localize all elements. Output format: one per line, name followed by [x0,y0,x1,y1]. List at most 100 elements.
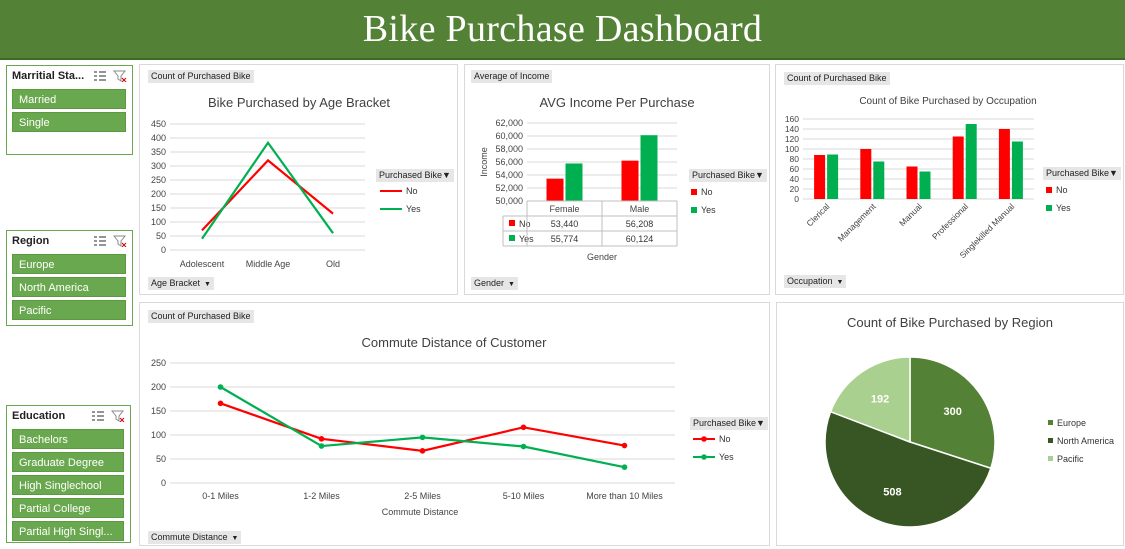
x-tick-label: 2-5 Miles [404,491,441,501]
slicer-item-single[interactable]: Single [12,112,126,132]
y-tick-label: 200 [151,382,166,392]
bar-no [546,178,564,201]
y-tick-label: 40 [790,174,800,184]
slicer-marital-status: Marritial Sta... Married Single [6,65,133,155]
y-tick-label: 100 [151,217,166,227]
chart-title: Commute Distance of Customer [362,335,548,350]
legend-marker-yes [701,454,707,460]
slicer-item-married[interactable]: Married [12,89,126,109]
legend-swatch-north-america [1048,438,1053,443]
age-bracket-line-chart: Bike Purchased by Age Bracket 0 50 100 150 20… [151,95,421,269]
y-tick-label: 160 [785,114,799,124]
dashboard-header: Bike Purchase Dashboard [0,0,1125,60]
avg-income-bar-chart: AVG Income Per Purchase 50,000 52,000 54,00… [479,95,716,262]
bar-no [998,129,1010,199]
table-value: 56,208 [626,219,654,229]
x-tick-label: Middle Age [246,259,291,269]
x-tick-label: Adolescent [180,259,225,269]
slicer-title: Marritial Sta... [12,70,85,82]
y-tick-label: 62,000 [495,118,523,128]
panel-commute-distance: Count of Purchased Bike Purchased Bike▼ … [139,302,770,546]
legend-swatch-no [1046,187,1052,193]
y-tick-label: 50 [156,454,166,464]
x-tick-label: Old [326,259,340,269]
y-tick-label: 150 [151,203,166,213]
table-value: 55,774 [551,234,579,244]
table-value: 60,124 [626,234,654,244]
slicer-header: Region [7,231,132,251]
y-tick-label: 250 [151,358,166,368]
data-point-no [318,436,325,442]
legend-swatch-yes [1046,205,1052,211]
panel-occupation: Count of Purchased Bike Purchased Bike▼ … [775,64,1124,295]
data-point-yes [217,384,224,390]
table-value: 53,440 [551,219,579,229]
slicer-item-europe[interactable]: Europe [12,254,126,274]
y-tick-label: 450 [151,119,166,129]
x-tick-label: 1-2 Miles [303,491,340,501]
x-tick-label: Manual [897,201,924,228]
bar-no [814,155,826,199]
x-axis-title: Gender [587,252,617,262]
slicer-header: Education [7,406,130,426]
x-tick-label: More than 10 Miles [586,491,663,501]
bar-yes [565,163,583,201]
y-tick-label: 50 [156,231,166,241]
legend-swatch-yes [691,207,697,213]
slicer-item-north-america[interactable]: North America [12,277,126,297]
x-tick-label: Management [836,201,879,244]
y-tick-label: 20 [790,184,800,194]
chart-title: Bike Purchased by Age Bracket [208,95,390,110]
bar-yes [919,171,931,199]
y-tick-label: 100 [785,144,799,154]
bar-yes [873,161,885,199]
y-axis-title: Income [479,147,489,177]
legend-swatch-pacific [1048,456,1053,461]
bar-no [906,166,918,199]
y-tick-label: 0 [161,245,166,255]
clear-filter-icon[interactable] [111,410,125,422]
table-legend-key-no [509,220,515,226]
y-tick-label: 50,000 [495,196,523,206]
legend-label: Pacific [1057,454,1084,464]
y-tick-label: 150 [151,406,166,416]
clear-filter-icon[interactable] [113,235,127,247]
clear-filter-icon[interactable] [113,70,127,82]
panel-region-pie: Count of Bike Purchased by Region 300 508 1… [776,302,1124,546]
x-tick-label: Clerical [804,201,831,228]
slicer-item-bachelors[interactable]: Bachelors [12,429,124,449]
y-tick-label: 58,000 [495,144,523,154]
legend-swatch-europe [1048,420,1053,425]
data-point-no [419,448,426,454]
x-tick-label: 0-1 Miles [202,491,239,501]
data-point-yes [318,443,325,449]
bar-yes [1011,141,1023,199]
y-tick-label: 300 [151,161,166,171]
legend-label: Europe [1057,418,1086,428]
multi-select-icon[interactable] [93,70,107,82]
pie-data-label: 192 [871,394,889,406]
bar-no [621,160,639,201]
table-legend-key-yes [509,235,515,241]
bar-yes [965,124,977,199]
slicer-item-high-school[interactable]: High Singlechool [12,475,124,495]
slicer-header: Marritial Sta... [7,66,132,86]
legend-label-yes: Yes [719,452,734,462]
legend-label-no: No [719,434,731,444]
y-tick-label: 350 [151,147,166,157]
y-tick-label: 250 [151,175,166,185]
multi-select-icon[interactable] [91,410,105,422]
y-tick-label: 52,000 [495,183,523,193]
series-line-no [220,402,625,452]
slicer-item-partial-college[interactable]: Partial College [12,498,124,518]
table-row-label: No [519,219,531,229]
slicer-title: Region [12,235,50,247]
slicer-item-pacific[interactable]: Pacific [12,300,126,320]
slicer-item-partial-high-school[interactable]: Partial High Singl... [12,521,124,541]
dashboard-title: Bike Purchase Dashboard [362,8,763,50]
legend-label-no: No [701,187,713,197]
data-point-yes [621,464,628,470]
slicer-region: Region Europe North America Pacific [6,230,133,326]
slicer-item-graduate-degree[interactable]: Graduate Degree [12,452,124,472]
multi-select-icon[interactable] [93,235,107,247]
